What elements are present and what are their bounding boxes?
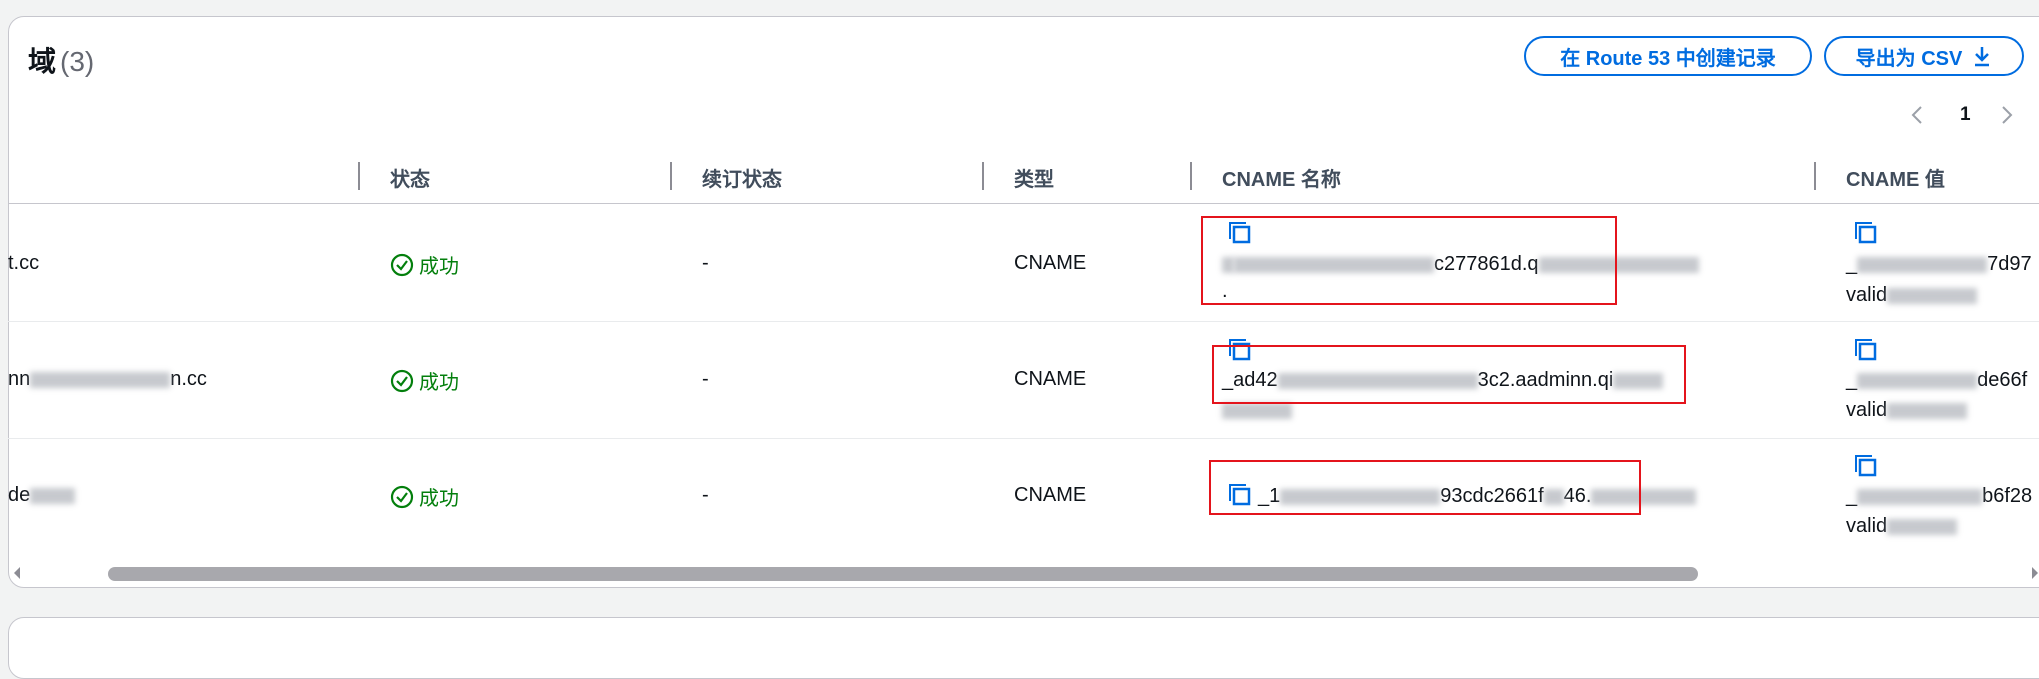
cname-value-prefix: _ [1846,485,1858,507]
chevron-right-icon [2002,106,2013,124]
domain-text: t.cc [8,252,40,274]
column-separator[interactable] [670,162,672,190]
renewal-status-cell: - [702,484,709,506]
header-divider [8,203,2039,204]
status-text: 成功 [419,256,459,278]
redacted-text [1887,402,1968,419]
domain-text: nn [8,368,31,390]
cname-value-cell: _ b6f28 [1846,485,2032,508]
highlight-box [1212,345,1686,404]
triangle-right-icon [2032,567,2038,579]
domain-cell: de [8,484,76,507]
title-text: 域 [28,46,57,77]
copy-icon [1855,339,1877,361]
page-title: 域 (3) [28,40,94,80]
status-text: 成功 [419,372,459,394]
redacted-text [30,371,171,388]
pagination-prev[interactable] [1910,100,1924,130]
domain-text: de [8,484,31,506]
copy-cname-value-button[interactable] [1852,453,1878,479]
copy-icon [1855,455,1877,477]
highlight-box [1201,216,1617,305]
export-csv-label: 导出为 CSV [1855,47,1963,70]
cname-value-prefix: _ [1846,253,1858,275]
domain-cell: t.cc [8,252,39,275]
chevron-left-icon [1911,106,1922,124]
cname-value-line2: valid [1846,399,1968,422]
cname-value-line2-text: valid [1846,399,1888,421]
copy-cname-value-button[interactable] [1852,337,1878,363]
status-badge: 成功 [390,250,459,279]
redacted-text [1887,518,1958,535]
type-cell: CNAME [1014,252,1087,274]
export-csv-button[interactable]: 导出为 CSV [1824,36,2024,76]
status-badge: 成功 [390,366,459,395]
column-separator[interactable] [358,162,360,190]
redacted-text [1887,287,1978,304]
domain-cell: nn n.cc [8,368,207,391]
copy-icon [1855,222,1877,244]
triangle-left-icon [14,567,20,579]
cname-value-line2-text: valid [1846,515,1888,537]
scrollbar-thumb[interactable] [108,567,1698,581]
cname-value-text: de66f [1977,369,2028,391]
scroll-left-button[interactable] [12,566,22,585]
cname-value-line2-text: valid [1846,284,1888,306]
redacted-text [1857,256,1988,273]
type-cell: CNAME [1014,484,1087,506]
status-text: 成功 [419,488,459,510]
column-header-cname-name[interactable]: CNAME 名称 [1222,163,1341,192]
cname-value-cell: _ de66f [1846,369,2027,392]
redacted-text [1857,372,1978,389]
column-header-renewal-status[interactable]: 续订状态 [702,163,782,192]
scroll-right-button[interactable] [2030,566,2039,585]
row-divider [8,321,2039,322]
domain-count: (3) [60,46,95,77]
check-circle-icon [390,369,414,392]
column-header-status[interactable]: 状态 [390,163,430,192]
column-separator[interactable] [982,162,984,190]
cname-value-line2: valid [1846,515,1958,538]
copy-cname-value-button[interactable] [1852,220,1878,246]
renewal-status-cell: - [702,252,709,274]
cname-value-text: 7d97 [1987,253,2032,275]
download-icon [1975,47,1990,67]
cname-value-cell: _ 7d97 [1846,253,2032,276]
cname-value-line2: valid [1846,284,1978,307]
column-header-type[interactable]: 类型 [1014,163,1054,192]
highlight-box [1209,460,1641,515]
redacted-text [30,487,76,504]
cname-value-text: b6f28 [1982,485,2033,507]
create-route53-records-button[interactable]: 在 Route 53 中创建记录 [1524,36,1812,76]
create-route53-records-label: 在 Route 53 中创建记录 [1560,47,1776,70]
redacted-text [1222,402,1292,419]
pagination-page[interactable]: 1 [1960,100,1971,130]
redacted-text [1857,488,1983,505]
renewal-status-cell: - [702,368,709,390]
cname-value-prefix: _ [1846,369,1858,391]
domain-text-tail: n.cc [170,368,207,390]
status-badge: 成功 [390,482,459,511]
row-divider [8,438,2039,439]
column-header-cname-value[interactable]: CNAME 值 [1846,163,1945,192]
column-separator[interactable] [1190,162,1192,190]
check-circle-icon [390,253,414,276]
next-panel [8,617,2039,679]
type-cell: CNAME [1014,368,1087,390]
column-separator[interactable] [1814,162,1816,190]
check-circle-icon [390,485,414,508]
pagination-next[interactable] [2000,100,2014,130]
